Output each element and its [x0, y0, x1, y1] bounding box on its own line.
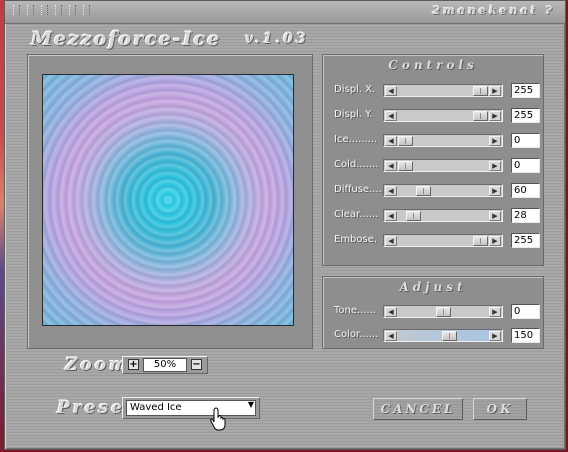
arrow-right-icon[interactable]: ▶ [489, 236, 501, 246]
adjust-value-input[interactable]: 0 [511, 304, 540, 319]
app-title: Mezzoforce-Ice [31, 28, 222, 50]
slider-thumb[interactable] [436, 307, 451, 317]
arrow-left-icon[interactable]: ◀ [385, 111, 397, 121]
arrow-right-icon[interactable]: ▶ [489, 86, 501, 96]
controls-row: Clear...... ◀ ▶ 28 [323, 206, 543, 226]
arrow-left-icon[interactable]: ◀ [385, 236, 397, 246]
credit-help-link[interactable]: 2manekenat ? [432, 4, 555, 17]
controls-slider[interactable]: ◀ ▶ [383, 209, 503, 222]
adjust-panel: Adjust Tone...... ◀ ▶ 0 Color...... ◀ ▶ 150 [322, 276, 544, 349]
arrow-left-icon[interactable]: ◀ [385, 86, 397, 96]
controls-row-label: Displ. Y. [334, 109, 373, 120]
controls-value-input[interactable]: 60 [511, 183, 540, 198]
arrow-left-icon[interactable]: ◀ [385, 136, 397, 146]
slider-thumb[interactable] [473, 111, 488, 121]
adjust-value-input[interactable]: 150 [511, 328, 540, 343]
controls-row-label: Clear...... [334, 209, 379, 220]
controls-slider[interactable]: ◀ ▶ [383, 134, 503, 147]
adjust-title: Adjust [323, 280, 543, 294]
controls-title: Controls [323, 58, 543, 72]
controls-slider[interactable]: ◀ ▶ [383, 84, 503, 97]
arrow-left-icon[interactable]: ◀ [385, 186, 397, 196]
adjust-row: Color...... ◀ ▶ 150 [323, 326, 543, 346]
ok-button[interactable]: OK [473, 398, 527, 420]
arrow-left-icon[interactable]: ◀ [385, 211, 397, 221]
controls-title-text: Controls [388, 58, 478, 72]
adjust-row-label: Color...... [334, 329, 379, 340]
chevron-down-icon[interactable]: ▼ [244, 398, 258, 412]
slider-thumb[interactable] [406, 211, 421, 221]
version-label: v.1.03 [245, 31, 309, 47]
controls-value-input[interactable]: 255 [511, 108, 540, 123]
preview-panel [27, 54, 313, 349]
preset-dropdown[interactable]: Waved Ice ▼ [122, 397, 260, 419]
adjust-row: Tone...... ◀ ▶ 0 [323, 302, 543, 322]
arrow-right-icon[interactable]: ▶ [489, 161, 501, 171]
arrow-left-icon[interactable]: ◀ [385, 331, 397, 341]
preview-image[interactable] [42, 74, 294, 326]
hand-cursor-icon [210, 407, 226, 431]
controls-row-label: Diffuse.... [334, 184, 382, 195]
controls-row-label: Cold....... [334, 159, 379, 170]
controls-row-label: Displ. X. [334, 84, 376, 95]
controls-value-input[interactable]: 255 [511, 233, 540, 248]
zoom-label: Zoom [65, 355, 131, 375]
controls-row: Embose. ◀ ▶ 255 [323, 231, 543, 251]
zoom-control: + 50% − [122, 356, 208, 374]
slider-thumb[interactable] [442, 331, 457, 341]
controls-slider[interactable]: ◀ ▶ [383, 159, 503, 172]
adjust-row-label: Tone...... [334, 305, 377, 316]
controls-row: Diffuse.... ◀ ▶ 60 [323, 181, 543, 201]
title-bar[interactable]: 2manekenat ? [5, 1, 565, 24]
preset-selected-value[interactable]: Waved Ice [126, 400, 256, 416]
controls-value-input[interactable]: 28 [511, 208, 540, 223]
grip-dots [13, 5, 90, 15]
slider-thumb[interactable] [473, 86, 488, 96]
slider-thumb[interactable] [473, 236, 488, 246]
controls-row: Displ. Y. ◀ ▶ 255 [323, 106, 543, 126]
controls-slider[interactable]: ◀ ▶ [383, 234, 503, 247]
controls-value-input[interactable]: 255 [511, 83, 540, 98]
controls-slider[interactable]: ◀ ▶ [383, 109, 503, 122]
arrow-left-icon[interactable]: ◀ [385, 307, 397, 317]
controls-slider[interactable]: ◀ ▶ [383, 184, 503, 197]
arrow-right-icon[interactable]: ▶ [489, 136, 501, 146]
adjust-slider[interactable]: ◀ ▶ [383, 329, 503, 342]
slider-thumb[interactable] [398, 161, 413, 171]
zoom-value: 50% [143, 358, 187, 372]
arrow-right-icon[interactable]: ▶ [489, 331, 501, 341]
zoom-in-button[interactable]: + [128, 359, 139, 370]
controls-panel: Controls Displ. X. ◀ ▶ 255 Displ. Y. ◀ ▶ 255 Ice… [322, 54, 544, 266]
arrow-right-icon[interactable]: ▶ [489, 211, 501, 221]
zoom-out-button[interactable]: − [191, 359, 202, 370]
cancel-button[interactable]: CANCEL [373, 398, 463, 420]
controls-row: Displ. X. ◀ ▶ 255 [323, 81, 543, 101]
arrow-left-icon[interactable]: ◀ [385, 161, 397, 171]
controls-row: Cold....... ◀ ▶ 0 [323, 156, 543, 176]
slider-thumb[interactable] [398, 136, 413, 146]
controls-value-input[interactable]: 0 [511, 158, 540, 173]
controls-value-input[interactable]: 0 [511, 133, 540, 148]
arrow-right-icon[interactable]: ▶ [489, 111, 501, 121]
controls-row-label: Ice......... [334, 134, 378, 145]
slider-thumb[interactable] [416, 186, 431, 196]
arrow-right-icon[interactable]: ▶ [489, 186, 501, 196]
controls-row-label: Embose. [334, 234, 378, 245]
plugin-dialog: 2manekenat ? Mezzoforce-Ice v.1.03 Contr… [4, 0, 566, 450]
adjust-title-text: Adjust [399, 280, 467, 294]
arrow-right-icon[interactable]: ▶ [489, 307, 501, 317]
adjust-slider[interactable]: ◀ ▶ [383, 305, 503, 318]
controls-row: Ice......... ◀ ▶ 0 [323, 131, 543, 151]
